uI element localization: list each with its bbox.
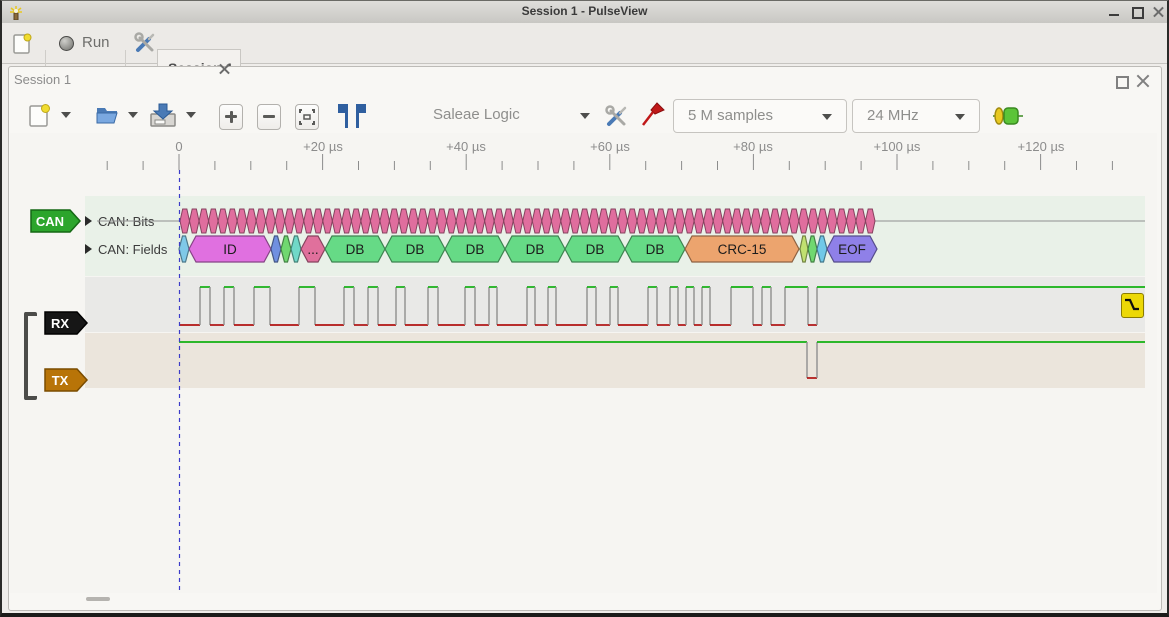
falling-edge-icon [1122,294,1141,315]
rx-tag-label: RX [51,316,69,331]
zoom-out-button[interactable] [257,104,281,130]
rx-trace-tag[interactable]: RX [44,311,90,336]
can-bits-expand-arrow[interactable] [85,216,92,226]
tx-trace-tag[interactable]: TX [44,368,90,393]
can-decoder-row-background [85,196,1145,276]
run-button-label: Run [82,34,110,51]
ruler-time-label: +20 µs [283,139,363,154]
channel-group-bracket[interactable] [24,312,37,400]
zoom-fit-button[interactable] [295,104,319,130]
sample-rate-select[interactable]: 24 MHz [852,99,980,133]
ruler-time-label: +120 µs [1001,139,1081,154]
run-icon [59,36,74,51]
can-fields-row-label: CAN: Fields [98,242,167,257]
new-dropdown-arrow[interactable] [61,112,71,118]
tx-tag-label: TX [52,373,69,388]
zoom-out-icon [263,115,275,118]
can-bits-row-label: CAN: Bits [98,214,154,229]
can-trace-tag[interactable]: CAN [30,209,82,234]
save-dropdown-arrow[interactable] [186,112,196,118]
open-dropdown-arrow[interactable] [128,112,138,118]
pulseview-window: Session 1 - PulseView Run Session 1 Sess… [0,0,1169,617]
zoom-fit-icon [296,105,318,129]
dock-close-button[interactable] [1137,74,1149,86]
can-fields-expand-arrow[interactable] [85,244,92,254]
sample-count-dropdown-arrow [822,114,832,120]
sample-rate-value: 24 MHz [867,107,919,124]
ruler-time-label: +100 µs [857,139,937,154]
tab-close-icon[interactable] [219,63,231,75]
open-icon[interactable] [94,101,120,127]
rx-trigger-marker[interactable] [1121,293,1144,318]
maximize-button[interactable] [1132,7,1144,19]
minimize-button[interactable] [1109,14,1119,16]
configure-channels-icon[interactable] [640,101,666,129]
dock-title: Session 1 [14,72,71,87]
run-button[interactable]: Run [57,33,123,55]
title-bar: Session 1 - PulseView [1,1,1168,24]
ruler-time-label: +60 µs [570,139,650,154]
rx-row-background [85,277,1145,332]
add-decoder-icon[interactable] [993,104,1023,128]
ruler-time-label: +80 µs [713,139,793,154]
configure-device-icon[interactable] [603,103,629,129]
sample-count-select[interactable]: 5 M samples [673,99,847,133]
window-title: Session 1 - PulseView [1,4,1168,18]
ruler-time-label: 0 [139,139,219,154]
show-cursors-icon[interactable] [337,102,367,130]
settings-icon[interactable] [133,31,157,55]
new-file-icon[interactable] [28,102,52,128]
tx-row-background [85,333,1145,388]
horizontal-scrollbar-handle[interactable] [86,597,110,601]
main-toolbar: Run Session 1 [1,23,1168,64]
save-icon[interactable] [149,100,177,128]
dock-float-button[interactable] [1116,76,1129,89]
new-session-icon[interactable] [12,32,34,55]
close-button[interactable] [1153,6,1166,19]
sample-count-value: 5 M samples [688,107,773,124]
device-selector[interactable]: Saleae Logic [433,106,603,128]
sample-rate-dropdown-arrow [955,114,965,120]
device-name: Saleae Logic [433,106,520,123]
ruler-time-label: +40 µs [426,139,506,154]
zoom-in-button[interactable] [219,104,243,130]
can-tag-label: CAN [36,214,64,229]
device-dropdown-arrow [580,113,590,119]
